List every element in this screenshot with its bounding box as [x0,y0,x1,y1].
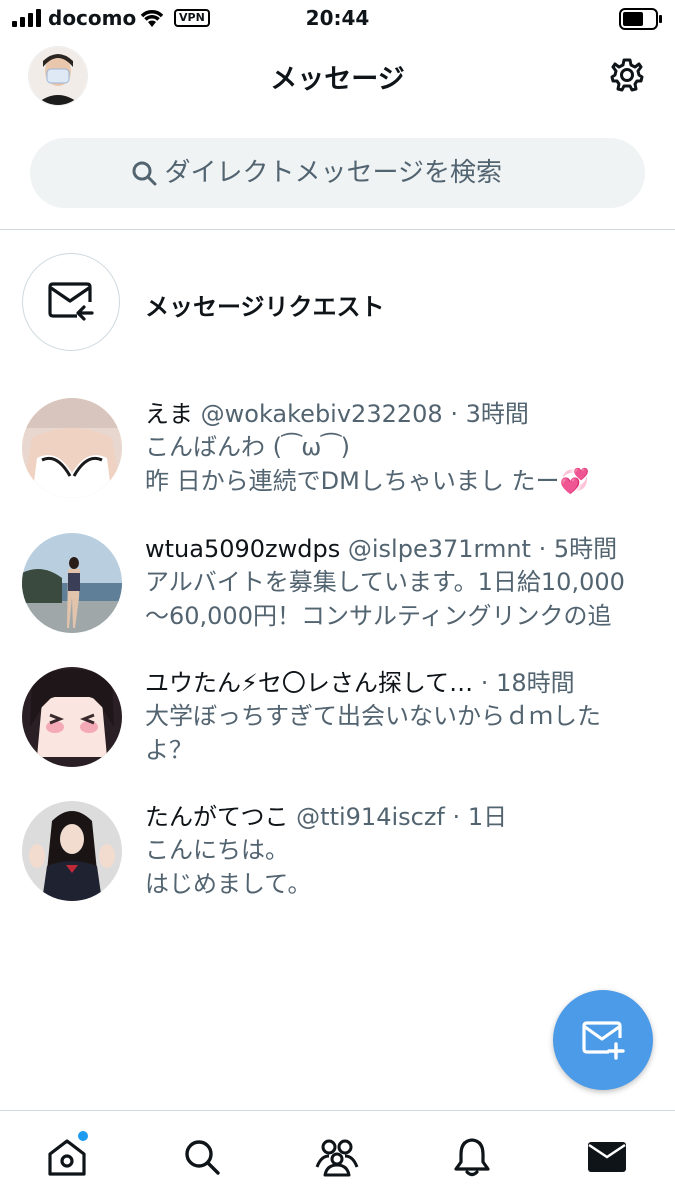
page-title: メッセージ [270,64,405,95]
top-header: メッセージ [0,40,675,110]
preview-line: 昨 日から連続でDMしちゃいまし たー💞 [145,467,590,495]
search-icon [132,161,156,186]
avatar [22,801,122,901]
message-request-icon-circle [22,253,120,351]
search-icon [185,1140,220,1175]
tab-notifications[interactable] [450,1135,494,1179]
status-bar: docomo VPN 20:44 [0,0,675,40]
conversation-header: たんがてつこ @tti914isczf · 1日 [145,801,507,833]
separator-dot: · [538,535,547,563]
avatar [22,398,122,498]
message-preview: こんばんわ (⁀ω⁀) 昨 日から連続でDMしちゃいまし たー💞 [145,430,655,498]
avatar [22,667,122,767]
header-divider [0,229,675,230]
avatar [22,533,122,633]
sender-name: たんがてつこ [145,803,289,831]
sender-handle: @islpe371rmnt [347,535,531,563]
conversation-item[interactable]: たんがてつこ @tti914isczf · 1日 こんにちは。 はじめまして。 [0,801,675,921]
home-icon [48,1139,86,1176]
gear-icon[interactable] [609,57,645,93]
message-time: 1日 [467,803,508,831]
preview-line: 〜60,000円！コンサルティングリンクの追 [145,602,612,630]
tab-home[interactable] [45,1135,89,1179]
message-time: 5時間 [553,535,618,563]
sender-name: wtua5090zwdps [145,535,341,563]
bell-icon [454,1138,490,1177]
separator-dot: · [450,400,458,428]
tab-search[interactable] [180,1135,224,1179]
clock: 20:44 [305,6,370,30]
message-requests-label: メッセージリクエスト [145,293,385,321]
preview-line: こんにちは。 [145,836,289,864]
sender-handle: @wokakebiv232208 [200,400,443,428]
sender-name: ユウたん⚡セ〇レさん探して… [145,669,474,697]
message-preview: こんにちは。 はじめまして。 [145,833,655,901]
tab-messages[interactable] [585,1135,629,1179]
preview-line: よ？ [145,736,193,764]
communities-icon [315,1139,359,1177]
separator-dot: · [452,803,461,831]
conversation-header: wtua5090zwdps @islpe371rmnt · 5時間 [145,533,617,565]
message-time: 18時間 [496,669,575,697]
message-requests-row[interactable]: メッセージリクエスト [0,250,675,354]
sender-handle: @tti914isczf [296,803,445,831]
battery-icon [619,8,662,30]
message-time: 3時間 [465,400,529,428]
conversation-item[interactable]: ユウたん⚡セ〇レさん探して… · 18時間 大学ぼっちすぎて出会いないからｄｍし… [0,667,675,787]
message-preview: アルバイトを募集しています。1日給10,000 〜60,000円！コンサルティン… [145,565,655,633]
tab-communities[interactable] [315,1135,359,1179]
bottom-tab-bar [0,1110,675,1201]
preview-line: 大学ぼっちすぎて出会いないからｄｍした [145,702,601,730]
preview-line: こんばんわ (⁀ω⁀) [145,433,351,461]
mail-icon [588,1142,626,1172]
mail-request-icon [48,282,94,321]
search-bar[interactable] [30,138,645,208]
conversation-header: えま @wokakebiv232208 · 3時間 [145,398,529,430]
conversation-item[interactable]: wtua5090zwdps @islpe371rmnt · 5時間 アルバイトを… [0,533,675,653]
preview-line: はじめまして。 [145,870,312,898]
sender-name: えま [145,400,193,428]
conversation-item[interactable]: えま @wokakebiv232208 · 3時間 こんばんわ (⁀ω⁀) 昨 … [0,398,675,518]
message-preview: 大学ぼっちすぎて出会いないからｄｍした よ？ [145,699,655,767]
separator-dot: · [480,669,489,697]
preview-line: アルバイトを募集しています。1日給10,000 [145,568,625,596]
search-input[interactable] [164,158,545,188]
new-message-button[interactable] [553,990,653,1090]
conversation-header: ユウたん⚡セ〇レさん探して… · 18時間 [145,667,575,699]
compose-mail-icon [582,1021,625,1060]
home-notification-dot [78,1131,88,1141]
